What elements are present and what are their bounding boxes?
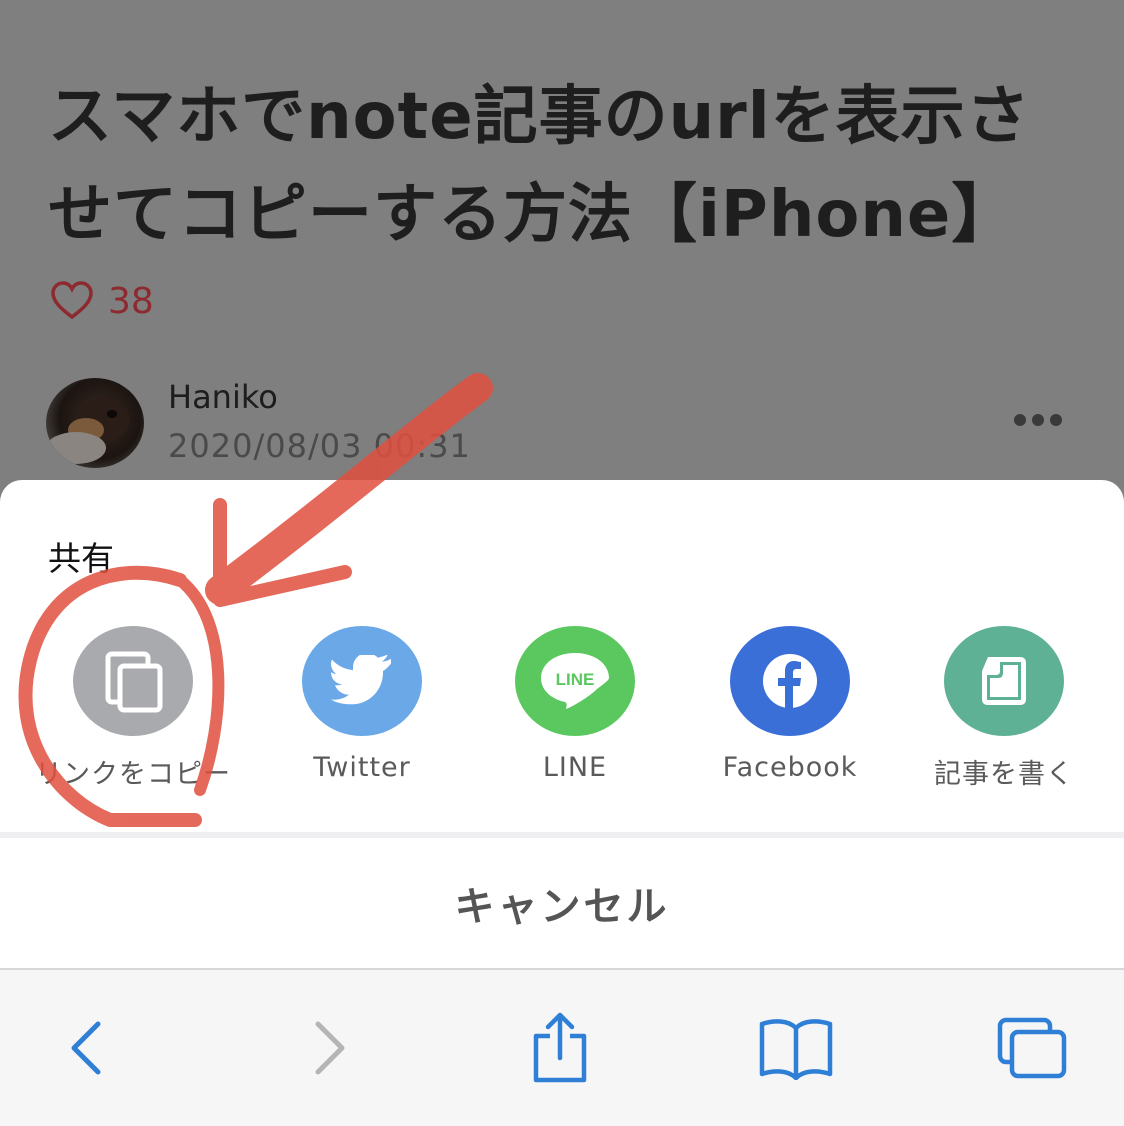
share-icon[interactable] (520, 1008, 600, 1088)
tabs-icon[interactable] (992, 1008, 1072, 1088)
like-count: 38 (108, 280, 154, 322)
back-icon[interactable] (46, 1008, 126, 1088)
cancel-button[interactable]: キャンセル (0, 838, 1124, 968)
author-name[interactable]: Haniko (168, 378, 278, 416)
share-item-label: 記事を書く (934, 759, 1074, 790)
line-icon-text: LINE (556, 670, 595, 689)
facebook-icon (730, 626, 850, 736)
heart-icon (51, 281, 93, 320)
share-sheet-title: 共有 (48, 539, 114, 578)
copy-icon (73, 626, 193, 736)
like-button[interactable]: 38 (50, 278, 154, 324)
share-item-label: Facebook (722, 752, 858, 783)
avatar[interactable] (46, 378, 144, 468)
forward-icon[interactable] (290, 1008, 370, 1088)
share-item-label: リンクをコピー (35, 759, 231, 790)
share-twitter[interactable]: Twitter (262, 626, 462, 783)
share-facebook[interactable]: Facebook (690, 626, 890, 783)
twitter-bird-icon (302, 626, 422, 736)
line-icon: LINE (515, 626, 635, 736)
share-item-label: LINE (542, 752, 608, 783)
note-icon (944, 626, 1064, 736)
share-line[interactable]: LINE LINE (475, 626, 675, 783)
more-options-icon[interactable] (1014, 414, 1068, 432)
article-background: スマホでnote記事のurlを表示させてコピーする方法【iPhone】 38 H… (0, 0, 1124, 520)
share-sheet: 共有 リンクをコピー Twitter LINE LINE Facebook 記事… (0, 480, 1124, 832)
share-copy-link[interactable]: リンクをコピー (33, 626, 233, 791)
article-title: スマホでnote記事のurlを表示させてコピーする方法【iPhone】 (48, 80, 1031, 252)
bookmarks-icon[interactable] (756, 1008, 836, 1088)
share-write-note[interactable]: 記事を書く (904, 626, 1104, 791)
share-item-label: Twitter (313, 752, 411, 783)
publish-date: 2020/08/03 00:31 (168, 427, 471, 465)
